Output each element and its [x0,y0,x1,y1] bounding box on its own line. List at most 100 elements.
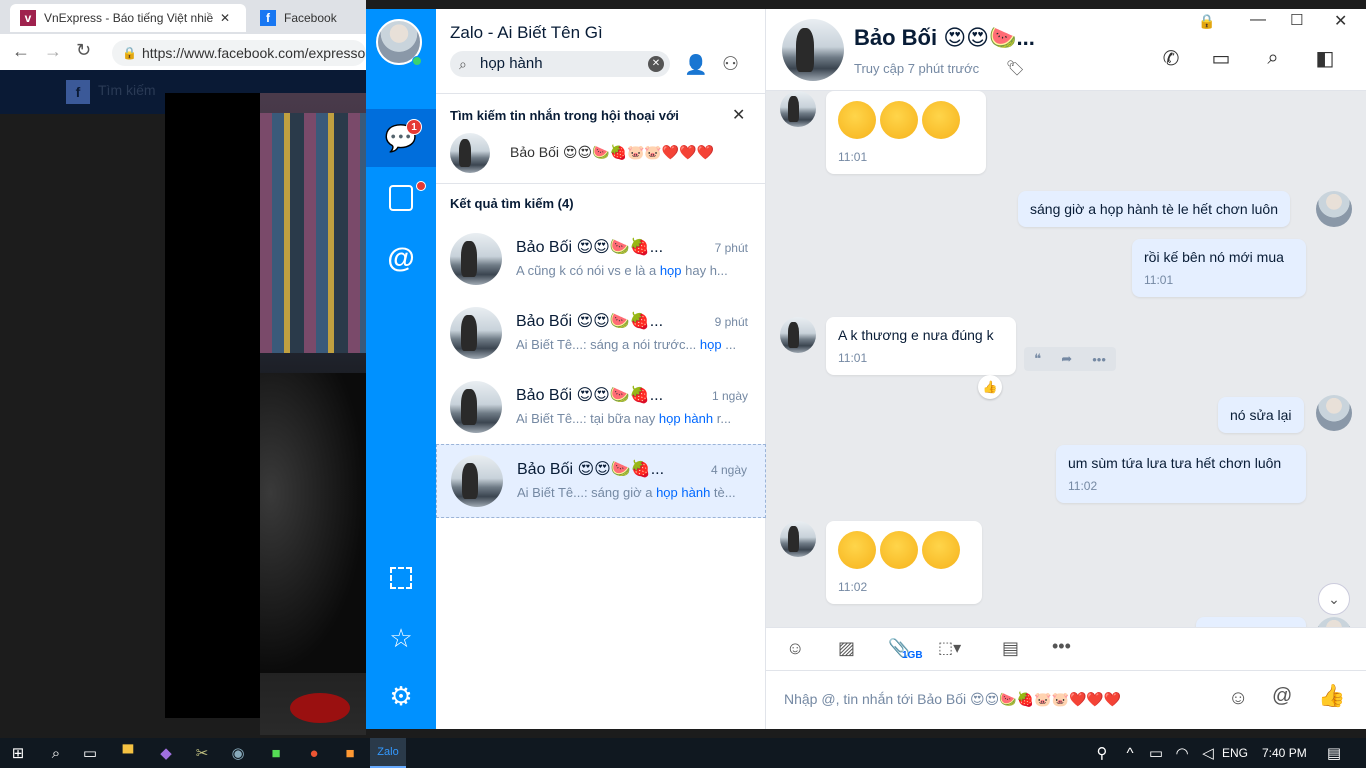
message-text: A k thương e nưa đúng k [838,327,994,343]
tools-icon[interactable]: ✂ [184,738,220,768]
more-icon[interactable]: ••• [1052,636,1071,657]
thumbs-up-icon[interactable]: 👍 [1318,683,1345,709]
scroll-down-button[interactable]: ⌄ [1318,583,1350,615]
image-icon[interactable]: ▨ [838,638,855,659]
mention-icon[interactable]: @ [1272,685,1292,708]
message-bubble-me[interactable]: sáng giờ a họp hành tè le hết chơn luôn [1018,191,1290,227]
nav-screenshot-button[interactable] [366,549,436,607]
call-icon[interactable]: ✆ [1156,43,1186,73]
contact-card-icon[interactable]: ▤ [1002,638,1019,659]
sender-avatar [780,317,816,353]
emoji-icon[interactable]: ☺ [1228,687,1248,710]
file-explorer-icon[interactable]: ▀ [110,738,146,768]
message-input-row: Nhập @, tin nhắn tới Bảo Bối 😍😍🍉🍓🐷🐷❤️❤️❤… [766,671,1366,729]
quote-icon[interactable]: ❝ [1034,351,1041,367]
close-icon[interactable]: ✕ [732,105,745,125]
wifi-icon[interactable]: ◠ [1168,738,1196,768]
photo-image [260,93,366,735]
message-list: 11:01 sáng giờ a họp hành tè le hết chơn… [766,91,1366,627]
tab-vnexpress[interactable]: v VnExpress - Báo tiếng Việt nhiều ✕ [10,4,246,32]
result-row[interactable]: Bảo Bối 😍😍🍉🍓... 9 phút Ai Biết Tê...: sá… [436,297,766,371]
clear-search-icon[interactable]: ✕ [648,56,664,72]
chevron-up-icon[interactable]: ^ [1116,738,1144,768]
language-indicator[interactable]: ENG [1222,746,1248,760]
fb-search-input[interactable]: Tìm kiếm [98,82,156,98]
task-view-icon[interactable]: ▭ [72,738,108,768]
search-value: họp hành [480,55,543,72]
search-icon[interactable]: ⌕ [38,738,74,768]
result-row-selected[interactable]: Bảo Bối 😍😍🍉🍓... 4 ngày Ai Biết Tê...: sá… [436,444,766,518]
tab-facebook[interactable]: f Facebook [250,4,366,32]
crop-icon [390,567,412,589]
nav-settings-button[interactable]: ⚙ [366,667,436,725]
sidebar-toggle-icon[interactable]: ◧ [1310,43,1340,73]
people-icon[interactable]: ⚲ [1084,738,1120,768]
url-input[interactable]: 🔒 https://www.facebook.com/expresso [112,40,366,66]
tag-icon[interactable]: 🏷 [1006,59,1025,77]
contact-avatar [451,455,503,507]
nav-mentions-button[interactable]: @ [366,229,436,287]
divider [436,93,766,94]
share-icon[interactable]: ➦ [1061,351,1072,367]
message-time: 11:02 [1068,479,1098,493]
battery-icon[interactable]: ▭ [1142,738,1170,768]
close-tab-icon[interactable]: ✕ [220,11,230,25]
search-icon[interactable]: ⌕ [1258,43,1288,73]
message-bubble-me[interactable]: nó sửa lại [1218,397,1304,433]
video-call-icon[interactable]: ▭ [1206,43,1236,73]
result-time: 4 ngày [710,463,747,477]
pycharm-icon[interactable]: ■ [258,738,294,768]
minimize-button[interactable]: — [1250,11,1266,29]
clock[interactable]: 7:40 PM [1262,746,1307,760]
message-bubble-me[interactable]: rồi kế bên nó mới mua 11:01 [1132,239,1306,297]
lock-icon: 🔒 [1198,13,1216,29]
message-bubble[interactable]: 11:01 [826,91,986,174]
screenshot-icon[interactable]: ⬚▾ [938,638,961,658]
reload-icon[interactable]: ↻ [76,40,91,61]
volume-icon[interactable]: ◁ [1194,738,1222,768]
nav-messages-button[interactable]: 💬 1 [366,109,436,167]
sticker-icon[interactable]: ☺ [786,638,804,659]
app-title: Zalo - Ai Biết Tên Gì [450,23,603,42]
star-icon: ☆ [389,622,413,653]
message-text: nó sửa lại [1230,407,1292,423]
message-bubble[interactable]: 11:02 [826,521,982,604]
close-window-button[interactable]: ✕ [1334,11,1347,31]
chrome-icon[interactable]: ● [296,738,332,768]
nav-favorites-button[interactable]: ☆ [366,609,436,667]
chat-status: Truy cập 7 phút trước [854,61,980,76]
contact-avatar [450,381,502,433]
maximize-button[interactable]: ☐ [1290,11,1303,29]
database-icon[interactable]: ◉ [220,738,256,768]
results-label: Kết quả tìm kiếm (4) [450,196,574,211]
contact-avatar [450,233,502,285]
result-time: 7 phút [714,241,748,255]
add-friend-icon[interactable]: 👤 [684,53,708,77]
vnexpress-icon: v [20,10,36,26]
create-group-icon[interactable]: ⚇ [722,53,739,76]
forward-icon[interactable]: → [44,41,62,62]
result-row[interactable]: Bảo Bối 😍😍🍉🍓... 7 phút A cũng k có nói v… [436,223,766,297]
chat-avatar[interactable] [782,19,844,81]
message-bubble-me[interactable]: um sùm tứa lưa tưa hết chơn luôn 11:02 [1056,445,1306,503]
zalo-taskbar-icon[interactable]: Zalo [370,738,406,768]
message-input[interactable]: Nhập @, tin nhắn tới Bảo Bối 😍😍🍉🍓🐷🐷❤️❤️❤… [784,691,1204,708]
search-conversation-target[interactable]: Bảo Bối 😍😍🍉🍓🐷🐷❤️❤️❤️ [436,127,766,183]
visual-studio-icon[interactable]: ◆ [148,738,184,768]
back-icon[interactable]: ← [12,41,30,62]
message-bubble[interactable]: A k thương e nưa đúng k 11:01 [826,317,1016,375]
result-preview: Ai Biết Tê...: sáng giờ a họp hành tè... [517,485,736,500]
like-reaction-icon[interactable]: 👍 [978,375,1002,399]
sublime-icon[interactable]: ■ [332,738,368,768]
more-icon[interactable]: ••• [1092,352,1106,367]
result-preview: Ai Biết Tê...: sáng a nói trước... họp .… [516,337,737,352]
result-row[interactable]: Bảo Bối 😍😍🍉🍓... 1 ngày Ai Biết Tê...: tạ… [436,371,766,445]
windows-start-icon[interactable]: ⊞ [0,738,36,768]
notification-icon[interactable]: ▤ [1316,738,1352,768]
contacts-icon [389,185,413,211]
gear-icon: ⚙ [389,680,413,711]
result-name: Bảo Bối 😍😍🍉🍓... [516,313,664,330]
my-avatar [1316,617,1352,627]
nav-contacts-button[interactable] [366,169,436,227]
search-input[interactable]: ⌕ họp hành ✕ [450,51,670,77]
